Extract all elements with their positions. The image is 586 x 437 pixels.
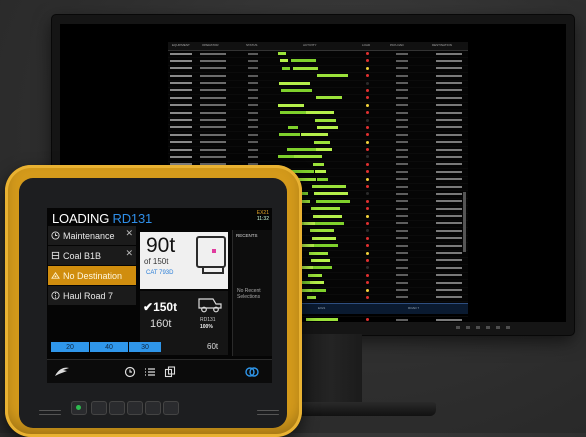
recents-panel: RECENTS No Recent Selections [232, 230, 272, 356]
column-header[interactable]: DESTINATION [432, 43, 452, 47]
truck-id: RD131 [200, 317, 216, 323]
speaker-vent [257, 409, 279, 417]
recents-empty-text: No Recent Selections [237, 288, 261, 300]
current-load-card[interactable]: 90t of 150t CAT 793D [140, 232, 228, 289]
logo-icon [53, 365, 71, 379]
status-readout: EX21 11:32 [257, 210, 269, 222]
target-load-value: 150t [153, 300, 178, 314]
dispatch-table-header: EQUIPMENT OPERATOR STATUS ACTIVITY LOAD … [168, 42, 468, 51]
fill-percent: 100% [200, 324, 213, 330]
monitor-button[interactable] [506, 326, 510, 329]
selection-menu: Maintenance ✕ Coal B1B ✕ No Destination … [48, 226, 136, 306]
display-screen: LOADING RD131 EX21 11:32 Maintenance ✕ C… [47, 208, 272, 383]
menu-item-label: Haul Road 7 [63, 290, 114, 301]
footer-text: ROAD 7 [408, 306, 420, 310]
monitor-button[interactable] [476, 326, 480, 329]
menu-item-road[interactable]: Haul Road 7 [48, 286, 136, 305]
monitor-stand [300, 334, 362, 406]
pass-segment: 20 [51, 342, 89, 352]
column-header[interactable]: PAYLOAD [390, 43, 404, 47]
table-row[interactable] [168, 58, 468, 66]
pass-segment: 40 [90, 342, 128, 352]
menu-item-material[interactable]: Coal B1B ✕ [48, 246, 136, 265]
copy-icon[interactable] [163, 365, 177, 379]
table-row[interactable] [168, 140, 468, 148]
monitor-buttons [456, 326, 518, 330]
table-row[interactable] [168, 132, 468, 140]
page-title: LOADING RD131 [52, 211, 152, 226]
hardware-button[interactable] [109, 401, 125, 415]
list-icon[interactable] [143, 365, 157, 379]
column-header[interactable]: STATUS [246, 43, 257, 47]
haul-truck-icon [198, 298, 222, 313]
menu-item-label: No Destination [63, 270, 123, 281]
menu-item-label: Coal B1B [63, 250, 102, 261]
load-marker [212, 249, 216, 253]
column-header[interactable]: ACTIVITY [303, 43, 317, 47]
current-load-value: 90t [146, 234, 176, 257]
clock-icon [51, 231, 60, 240]
menu-item-destination[interactable]: No Destination [48, 266, 136, 285]
clock: 11:32 [256, 216, 269, 222]
table-row[interactable] [168, 73, 468, 81]
monitor-button[interactable] [466, 326, 470, 329]
link-icon[interactable] [243, 365, 261, 379]
road-icon [51, 291, 60, 300]
table-row[interactable] [168, 95, 468, 103]
destination-icon [51, 271, 60, 280]
column-header[interactable]: LOAD [362, 43, 370, 47]
truck-body-icon [196, 236, 226, 274]
table-row[interactable] [168, 147, 468, 155]
hardware-button[interactable] [91, 401, 107, 415]
target-load: ✔150t [143, 300, 178, 314]
hardware-button[interactable] [163, 401, 179, 415]
table-row[interactable] [168, 51, 468, 59]
truck-model: CAT 793D [146, 270, 174, 276]
column-header[interactable]: OPERATOR [202, 43, 219, 47]
material-icon [51, 251, 60, 260]
menu-item-maintenance[interactable]: Maintenance ✕ [48, 226, 136, 245]
power-button[interactable] [71, 401, 87, 415]
column-header[interactable]: EQUIPMENT [172, 43, 190, 47]
pass-segment: 30 [129, 342, 161, 352]
table-row[interactable] [168, 125, 468, 133]
monitor-button[interactable] [496, 326, 500, 329]
hardware-button[interactable] [127, 401, 143, 415]
recents-header: RECENTS [236, 233, 258, 238]
speaker-vent [39, 409, 61, 417]
bottom-dock [47, 359, 272, 383]
table-row[interactable] [168, 110, 468, 118]
table-row[interactable] [168, 81, 468, 88]
actual-load-value: 160t [150, 318, 172, 330]
menu-item-label: Maintenance [63, 230, 115, 241]
table-row[interactable] [168, 103, 468, 111]
table-row[interactable] [168, 154, 468, 162]
title-prefix: LOADING [52, 211, 110, 226]
hardware-button[interactable] [145, 401, 161, 415]
pass-total: 60t [207, 342, 219, 351]
close-icon[interactable]: ✕ [125, 248, 133, 259]
pass-segments: 20 40 30 [51, 342, 161, 352]
monitor-button[interactable] [486, 326, 490, 329]
load-capacity: of 150t [144, 257, 169, 266]
title-truck-id: RD131 [112, 211, 153, 226]
load-panel: 90t of 150t CAT 793D ✔150t 160t RD131 10… [138, 230, 230, 356]
scrollbar[interactable] [463, 192, 466, 252]
close-icon[interactable]: ✕ [125, 228, 133, 239]
table-row[interactable] [168, 118, 468, 125]
history-icon[interactable] [123, 365, 137, 379]
monitor-button[interactable] [456, 326, 460, 329]
table-row[interactable] [168, 88, 468, 96]
table-row[interactable] [168, 66, 468, 74]
footer-text: EX21 [318, 306, 326, 310]
